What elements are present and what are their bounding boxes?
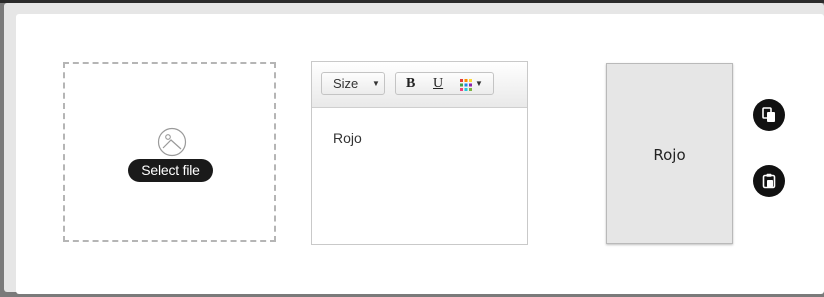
editor-content[interactable]: Rojo: [333, 130, 362, 146]
chevron-down-icon: ▼: [372, 79, 380, 88]
color-grid-icon[interactable]: [460, 78, 472, 91]
image-drop-zone[interactable]: Select file: [63, 62, 276, 242]
select-file-button[interactable]: Select file: [128, 159, 213, 182]
image-icon: [157, 127, 187, 157]
content-card: Select file Size ▼ B U ▼ Rojo Rojo: [16, 14, 824, 294]
copy-button[interactable]: [753, 99, 785, 131]
outer-panel: Select file Size ▼ B U ▼ Rojo Rojo: [4, 3, 824, 294]
rich-text-editor: Size ▼ B U ▼ Rojo: [311, 61, 528, 245]
bold-button[interactable]: B: [406, 73, 415, 94]
preview-text: Rojo: [653, 146, 686, 164]
font-size-dropdown[interactable]: Size ▼: [321, 72, 385, 95]
underline-button[interactable]: U: [433, 73, 443, 94]
preview-tile: Rojo: [606, 63, 733, 244]
format-button-group: B U ▼: [395, 72, 494, 95]
font-size-label: Size: [333, 76, 359, 91]
editor-toolbar: Size ▼ B U ▼: [312, 62, 527, 108]
color-chevron-down-icon[interactable]: ▼: [475, 73, 483, 94]
paste-button[interactable]: [753, 165, 785, 197]
